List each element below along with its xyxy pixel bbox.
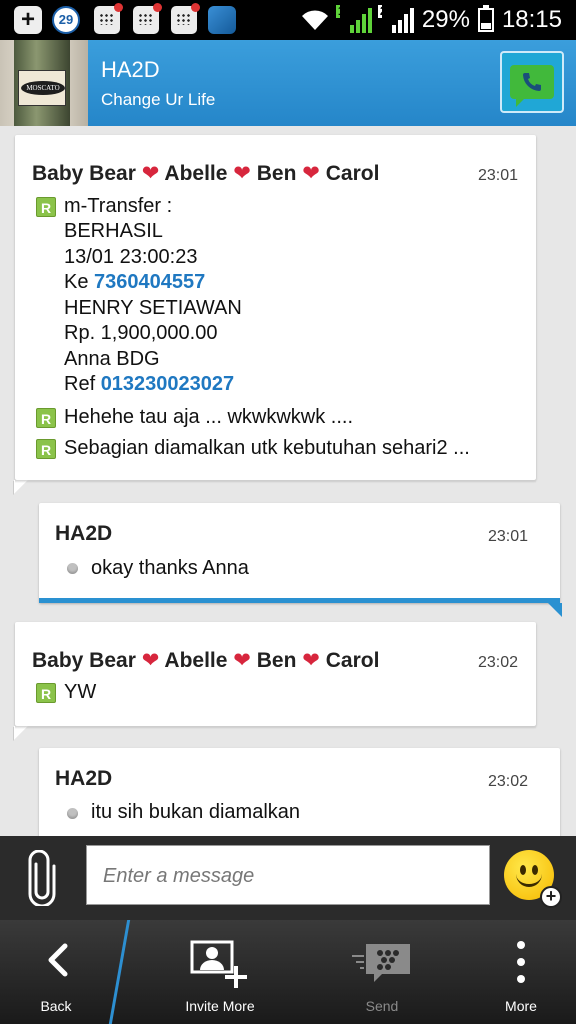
message-text: okay thanks Anna <box>91 557 249 579</box>
chat-header: MOSCATO HA2D Change Ur Life <box>0 40 576 126</box>
signal-sim2-icon: 2 <box>377 4 414 33</box>
bottom-action-bar: Back Invite More Send More <box>0 920 576 1024</box>
heart-icon: ❤ <box>302 162 320 185</box>
message-text: Rp. 1,900,000.00 <box>64 322 218 344</box>
sim2-label: 2 <box>377 4 387 18</box>
message-text: itu sih bukan diamalkan <box>91 801 301 823</box>
signal-sim1-icon: 1 <box>335 4 372 33</box>
battery-percent: 29% <box>421 6 470 33</box>
send-label: Send <box>365 998 399 1014</box>
heart-icon: ❤ <box>141 649 160 672</box>
add-emoticon-icon[interactable]: + <box>540 886 562 908</box>
delivery-status-icon <box>67 808 78 819</box>
chat-title[interactable]: HA2D <box>101 57 160 83</box>
message-time: 23:02 <box>487 773 528 790</box>
read-receipt-icon: R <box>36 439 56 459</box>
outgoing-message[interactable]: HA2D 23:02 itu sih bukan diamalkan <box>39 748 560 836</box>
sim1-label: 1 <box>335 4 345 18</box>
avatar-label: MOSCATO <box>21 81 65 95</box>
send-button[interactable]: Send <box>340 920 424 1024</box>
wifi-icon <box>300 8 330 32</box>
invite-more-label: Invite More <box>185 998 255 1014</box>
message-text: HENRY SETIAWAN <box>64 297 242 319</box>
heart-icon: ❤ <box>302 649 320 672</box>
message-text: YW <box>64 681 97 703</box>
message-text: Ref 013230023027 <box>64 373 235 395</box>
more-button[interactable]: More <box>486 920 556 1024</box>
app-notification-icon <box>208 6 236 34</box>
message-sender: Baby Bear ❤ Abelle ❤ Ben ❤ Carol <box>32 162 380 185</box>
heart-icon: ❤ <box>141 162 160 185</box>
message-list[interactable]: Baby Bear ❤ Abelle ❤ Ben ❤ Carol 23:01 R… <box>0 126 576 836</box>
more-vertical-icon <box>517 941 525 983</box>
notification-count-badge: 29 <box>52 6 80 34</box>
phone-number-link[interactable]: 7360404557 <box>94 271 205 293</box>
incoming-message[interactable]: Baby Bear ❤ Abelle ❤ Ben ❤ Carol 23:02 R… <box>14 622 536 740</box>
message-sender: HA2D <box>55 767 113 790</box>
heart-icon: ❤ <box>233 162 251 185</box>
message-input[interactable]: Enter a message <box>86 845 490 905</box>
message-time: 23:02 <box>477 654 518 671</box>
message-text: m-Transfer : <box>64 195 173 217</box>
group-avatar[interactable]: MOSCATO <box>0 40 88 126</box>
attach-paperclip-icon[interactable] <box>24 849 60 908</box>
incoming-message[interactable]: Baby Bear ❤ Abelle ❤ Ben ❤ Carol 23:01 R… <box>14 135 536 494</box>
message-text: 13/01 23:00:23 <box>64 246 198 268</box>
message-sender: HA2D <box>55 522 113 545</box>
more-label: More <box>505 998 537 1014</box>
add-notification-icon: + <box>14 6 42 34</box>
back-arrow-icon <box>48 943 68 977</box>
bbm-notification-icon <box>94 3 123 34</box>
chat-subtitle: Change Ur Life <box>101 90 216 109</box>
message-text: BERHASIL <box>64 220 163 242</box>
message-sender: Baby Bear ❤ Abelle ❤ Ben ❤ Carol <box>32 649 380 672</box>
message-time: 23:01 <box>477 167 518 184</box>
back-button[interactable]: Back <box>16 920 96 1024</box>
battery-icon <box>477 5 494 32</box>
reference-number-link[interactable]: 013230023027 <box>101 373 234 395</box>
read-receipt-icon: R <box>36 683 56 703</box>
status-bar: + 29 1 2 29% 18:15 <box>0 0 576 40</box>
invite-more-button[interactable]: Invite More <box>170 920 270 1024</box>
send-bbm-icon <box>352 944 410 982</box>
clock: 18:15 <box>501 6 562 33</box>
message-time: 23:01 <box>487 528 528 545</box>
message-text: Ke 7360404557 <box>64 271 206 293</box>
bbm-notification-icon <box>171 3 200 34</box>
delivery-status-icon <box>67 563 78 574</box>
message-composer: Enter a message + <box>0 836 576 920</box>
back-label: Back <box>40 998 72 1014</box>
read-receipt-icon: R <box>36 197 56 217</box>
heart-icon: ❤ <box>233 649 251 672</box>
message-text: Sebagian diamalkan utk kebutuhan sehari2… <box>64 437 470 459</box>
read-receipt-icon: R <box>36 408 56 428</box>
message-text: Anna BDG <box>64 348 160 370</box>
outgoing-message[interactable]: HA2D 23:01 okay thanks Anna <box>39 503 562 617</box>
bbm-notification-icon <box>133 3 162 34</box>
voice-call-button[interactable] <box>500 51 564 113</box>
phone-chat-icon <box>510 65 554 107</box>
add-contact-icon <box>190 940 247 988</box>
message-text: Hehehe tau aja ... wkwkwkwk .... <box>64 406 354 428</box>
